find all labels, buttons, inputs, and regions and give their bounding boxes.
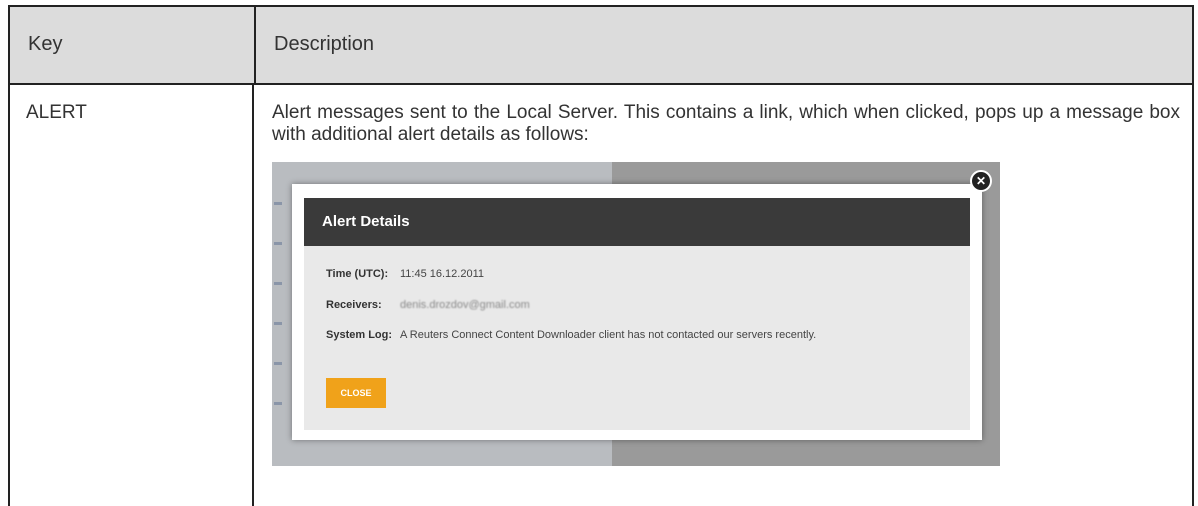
column-divider bbox=[252, 83, 254, 506]
row-description-alert: Alert messages sent to the Local Server.… bbox=[272, 102, 1180, 145]
table-border-right bbox=[1192, 83, 1194, 506]
definition-table: Key Description ALERT Alert messages sen… bbox=[8, 0, 1194, 506]
table-header-row: Key Description bbox=[8, 5, 1194, 85]
time-label: Time (UTC): bbox=[326, 268, 389, 280]
row-key-alert: ALERT bbox=[26, 102, 87, 123]
system-log-value: A Reuters Connect Content Downloader cli… bbox=[400, 329, 817, 341]
header-description: Description bbox=[274, 33, 375, 55]
dialog-titlebar: Alert Details bbox=[304, 198, 970, 246]
dialog-body: Alert Details Time (UTC): 11:45 16.12.20… bbox=[304, 198, 970, 430]
receivers-value: denis.drozdov@gmail.com bbox=[400, 299, 530, 311]
column-divider bbox=[254, 7, 256, 83]
close-icon[interactable]: ✕ bbox=[970, 170, 992, 192]
alert-details-dialog: Alert Details Time (UTC): 11:45 16.12.20… bbox=[292, 184, 982, 440]
background-link bbox=[274, 362, 282, 365]
alert-details-screenshot: Alert Details Time (UTC): 11:45 16.12.20… bbox=[272, 162, 1000, 466]
receivers-label: Receivers: bbox=[326, 299, 382, 311]
background-link bbox=[274, 242, 282, 245]
background-link bbox=[274, 322, 282, 325]
background-link bbox=[274, 202, 282, 205]
table-border-left bbox=[8, 83, 10, 506]
header-key: Key bbox=[28, 33, 63, 55]
background-link bbox=[274, 402, 282, 405]
system-log-label: System Log: bbox=[326, 329, 393, 341]
dialog-title: Alert Details bbox=[322, 213, 410, 230]
time-value: 11:45 16.12.2011 bbox=[400, 268, 485, 280]
background-link bbox=[274, 282, 282, 285]
close-button[interactable]: CLOSE bbox=[326, 378, 386, 408]
